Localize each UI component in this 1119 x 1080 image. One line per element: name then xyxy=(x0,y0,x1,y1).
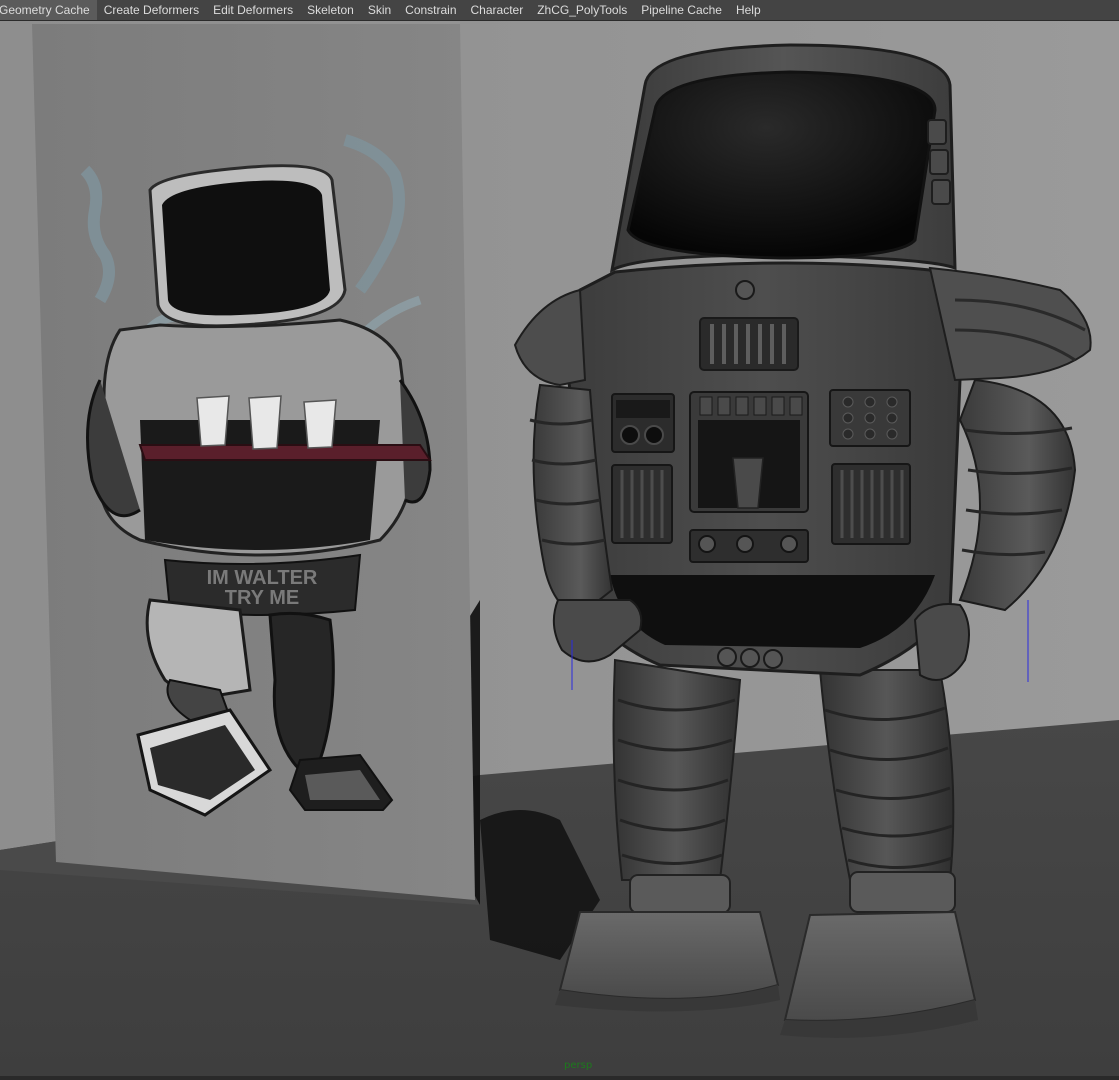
sign-line2: TRY ME xyxy=(225,587,299,609)
viewport-bottom-border xyxy=(0,1076,1119,1080)
perspective-viewport[interactable]: IM WALTER TRY ME xyxy=(0,21,1119,1080)
menu-edit-deformers[interactable]: Edit Deformers xyxy=(206,0,300,20)
menu-help[interactable]: Help xyxy=(729,0,768,20)
menu-create-deformers[interactable]: Create Deformers xyxy=(97,0,206,20)
menu-pipeline-cache[interactable]: Pipeline Cache xyxy=(634,0,729,20)
main-menubar: Geometry Cache Create Deformers Edit Def… xyxy=(0,0,1119,21)
menu-skin[interactable]: Skin xyxy=(361,0,398,20)
camera-name-label: persp xyxy=(564,1060,593,1071)
menu-constrain[interactable]: Constrain xyxy=(398,0,463,20)
sign-line1: IM WALTER xyxy=(207,567,318,589)
scene-render: IM WALTER TRY ME xyxy=(0,21,1119,1080)
menu-zhcg-polytools[interactable]: ZhCG_PolyTools xyxy=(530,0,634,20)
menu-geometry-cache[interactable]: Geometry Cache xyxy=(0,0,97,20)
menu-skeleton[interactable]: Skeleton xyxy=(300,0,361,20)
menu-character[interactable]: Character xyxy=(464,0,531,20)
